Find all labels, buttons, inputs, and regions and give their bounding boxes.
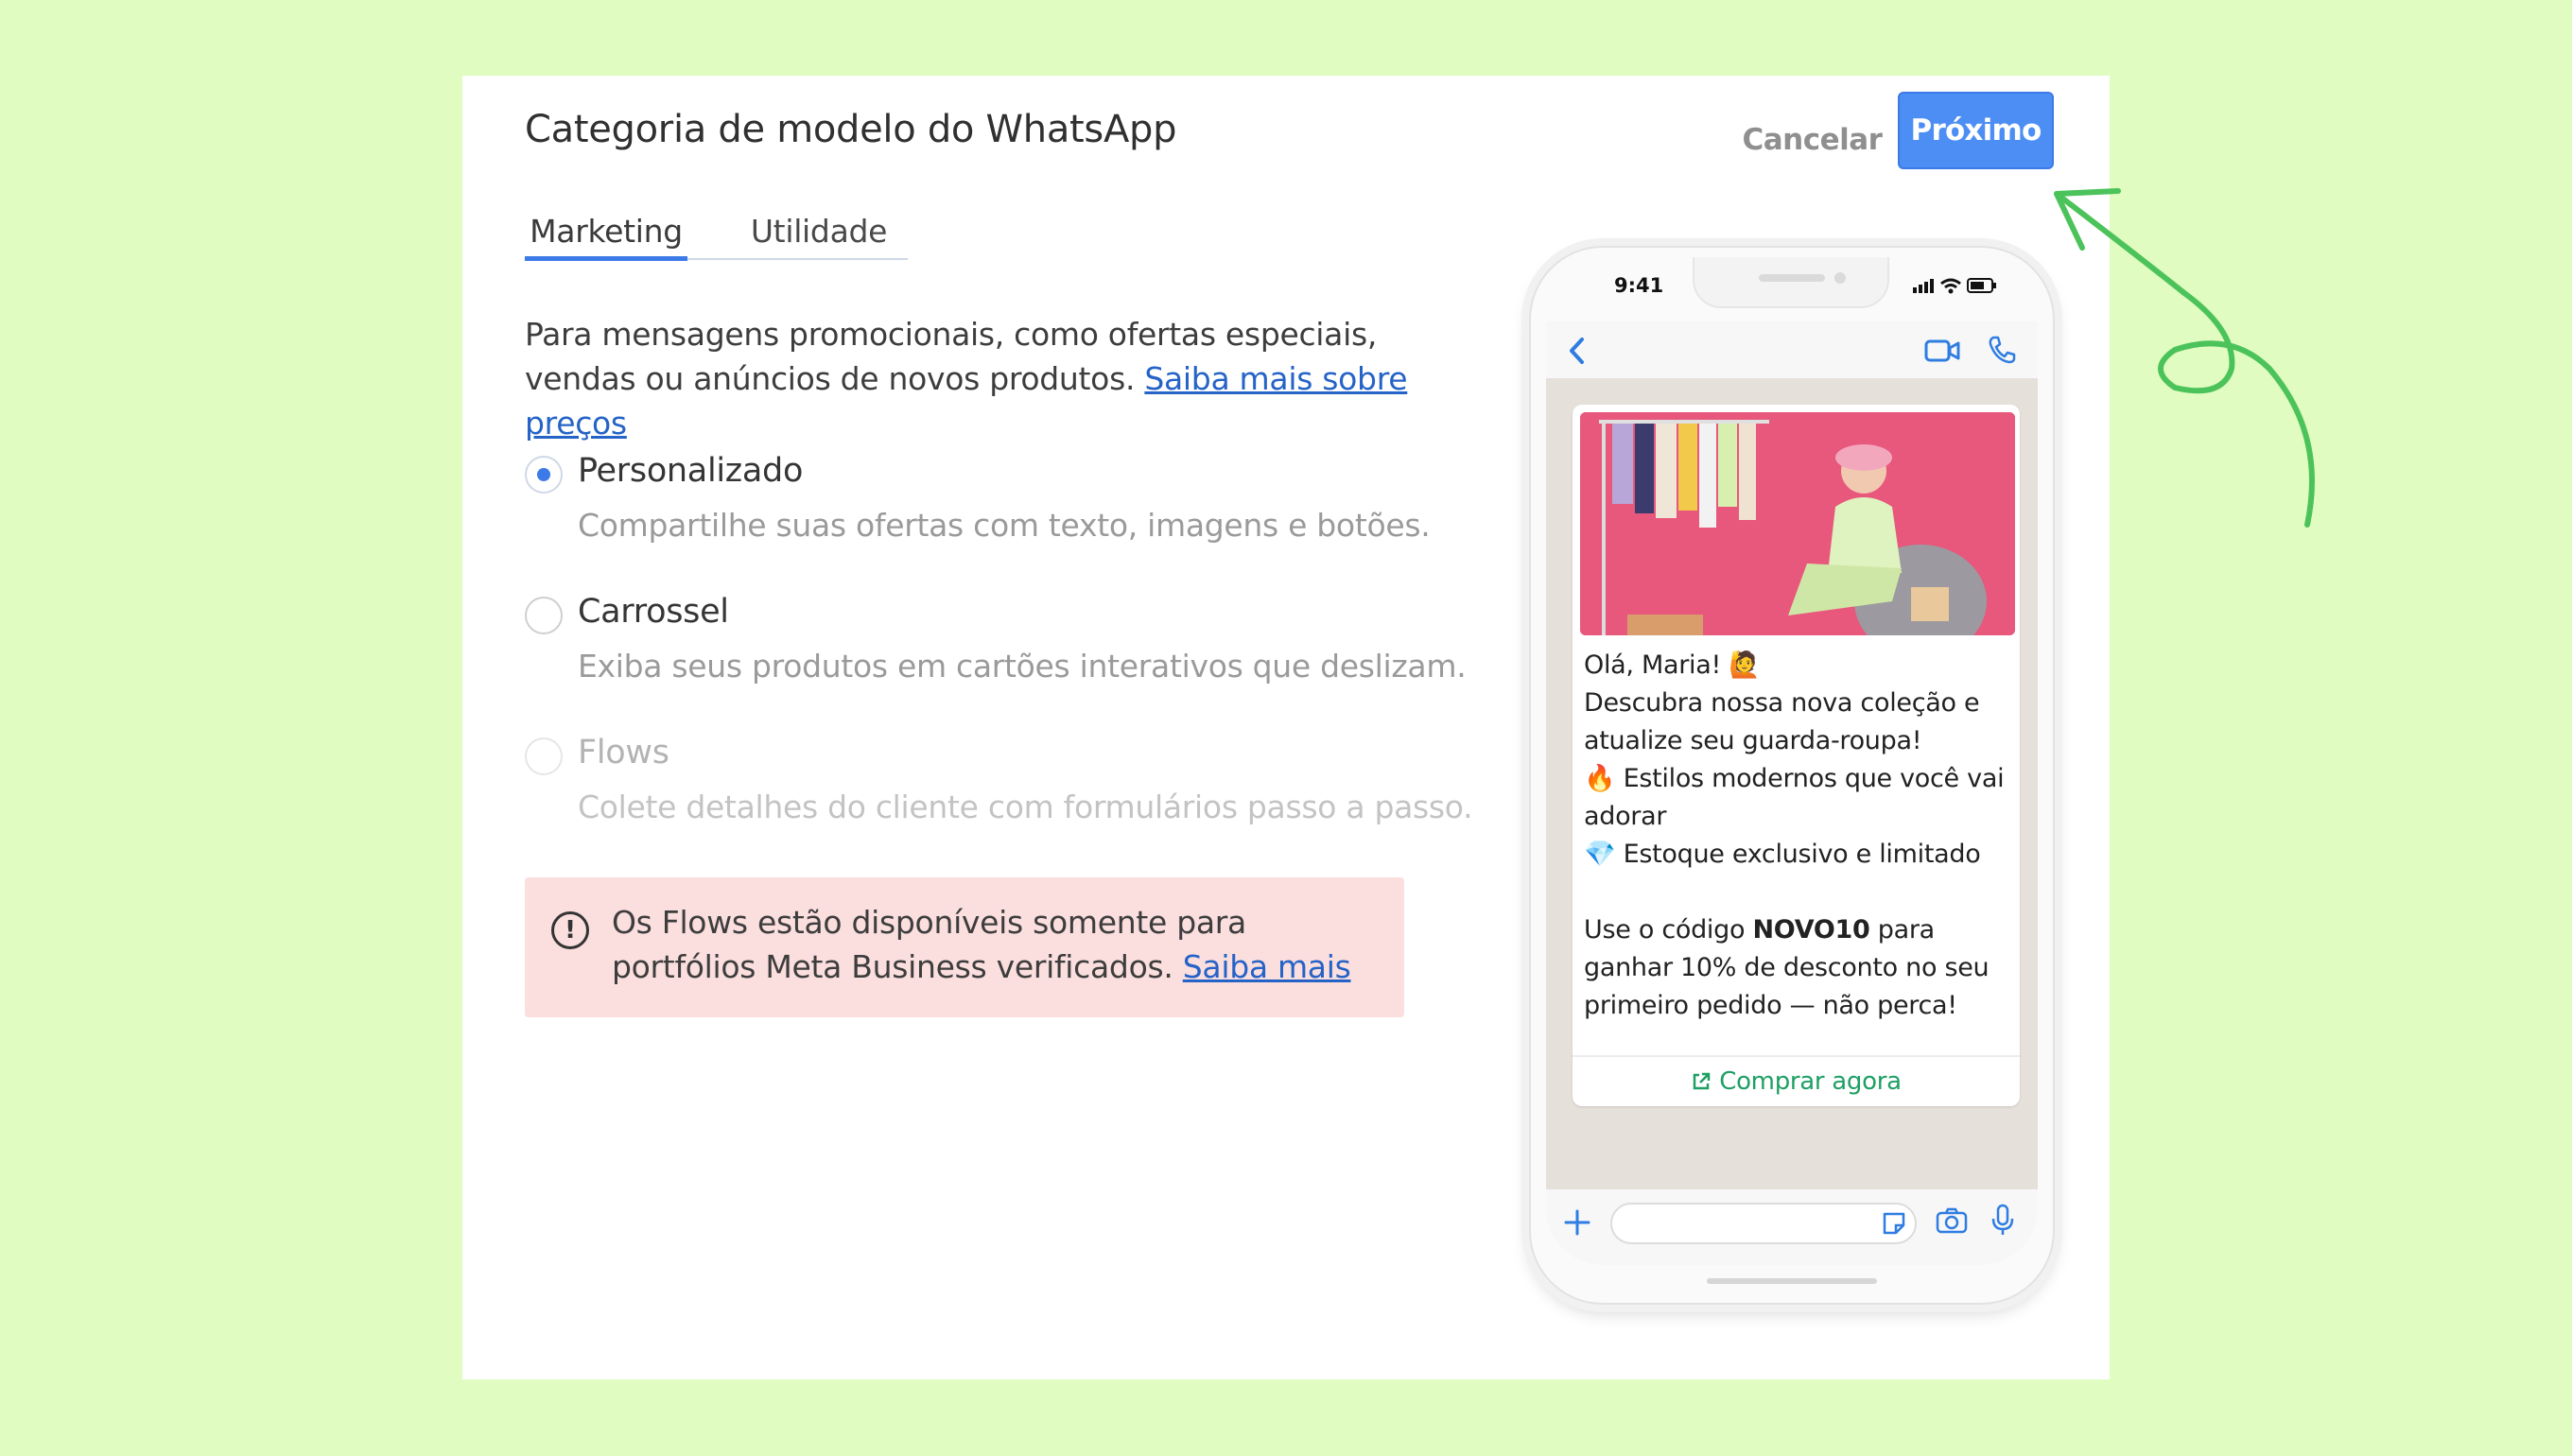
option-description: Compartilhe suas ofertas com texto, imag… [578, 507, 1431, 544]
chat-input-bar [1546, 1189, 2038, 1265]
chat-header [1546, 321, 2038, 380]
shop-now-button[interactable]: Comprar agora [1573, 1057, 2020, 1106]
promo-code: NOVO10 [1752, 915, 1870, 945]
category-tabs: Marketing Utilidade [525, 213, 908, 261]
option-label: Personalizado [578, 452, 804, 490]
radio-carrossel[interactable] [525, 597, 563, 634]
template-message-bubble: Olá, Maria! 🙋 Descubra nossa nova coleçã… [1573, 405, 2020, 1106]
message-text-part: Use o código [1584, 915, 1753, 945]
battery-icon [1967, 278, 1996, 293]
chat-area: Olá, Maria! 🙋 Descubra nossa nova coleçã… [1546, 378, 2038, 1189]
annotation-arrow [2054, 188, 2315, 528]
dialog-title: Categoria de modelo do WhatsApp [525, 108, 1177, 151]
phone-notch [1693, 257, 1889, 308]
phone-preview: 9:41 Olá, Maria! 🙋 Descubra nossa nova c… [1529, 246, 2055, 1305]
alert-text: Os Flows estão disponíveis somente para … [612, 900, 1387, 989]
message-text: Olá, Maria! 🙋 Descubra nossa nova coleçã… [1584, 647, 2014, 1025]
video-call-icon[interactable] [1924, 338, 1960, 363]
option-label: Carrossel [578, 593, 729, 631]
promo-image [1580, 412, 2015, 635]
radio-personalizado[interactable] [525, 456, 563, 494]
status-time: 9:41 [1614, 274, 1664, 297]
option-label: Flows [578, 734, 669, 771]
external-link-icon [1693, 1072, 1711, 1090]
home-indicator [1707, 1278, 1877, 1284]
option-description: Exiba seus produtos em cartões interativ… [578, 648, 1467, 685]
cancel-button[interactable]: Cancelar [1739, 112, 1886, 168]
flows-alert: ! Os Flows estão disponíveis somente par… [525, 877, 1404, 1017]
exclamation-icon: ! [551, 911, 589, 949]
message-line: Olá, Maria! 🙋 [1584, 650, 1761, 680]
template-category-dialog: Categoria de modelo do WhatsApp Cancelar… [462, 76, 2110, 1379]
next-button[interactable]: Próximo [1898, 92, 2054, 169]
camera-icon[interactable] [1936, 1206, 1968, 1235]
radio-flows [525, 737, 563, 775]
microphone-icon[interactable] [1990, 1203, 2015, 1237]
option-description: Colete detalhes do cliente com formulári… [578, 789, 1473, 825]
back-chevron-icon[interactable] [1567, 337, 1588, 365]
phone-call-icon[interactable] [1987, 335, 2017, 365]
category-description: Para mensagens promocionais, como oferta… [525, 312, 1414, 445]
message-line: Use o código NOVO10 para ganhar 10% de d… [1584, 911, 2014, 1025]
message-input[interactable] [1610, 1203, 1917, 1244]
status-icons [1913, 274, 1998, 299]
plus-icon[interactable] [1563, 1208, 1591, 1237]
wifi-icon [1940, 278, 1961, 289]
alert-message: Os Flows estão disponíveis somente para … [612, 904, 1246, 985]
message-line: Descubra nossa nova coleção e atualize s… [1584, 688, 1980, 755]
signal-icon [1913, 279, 1934, 293]
message-line: 💎 Estoque exclusivo e limitado [1584, 840, 1981, 869]
message-line: 🔥 Estilos modernos que você vai adorar [1584, 764, 2005, 831]
tab-utilidade[interactable]: Utilidade [748, 213, 890, 256]
sticker-icon[interactable] [1881, 1210, 1907, 1237]
shop-now-label: Comprar agora [1719, 1067, 1902, 1096]
learn-more-link[interactable]: Saiba mais [1183, 948, 1351, 985]
tab-marketing[interactable]: Marketing [525, 213, 687, 261]
